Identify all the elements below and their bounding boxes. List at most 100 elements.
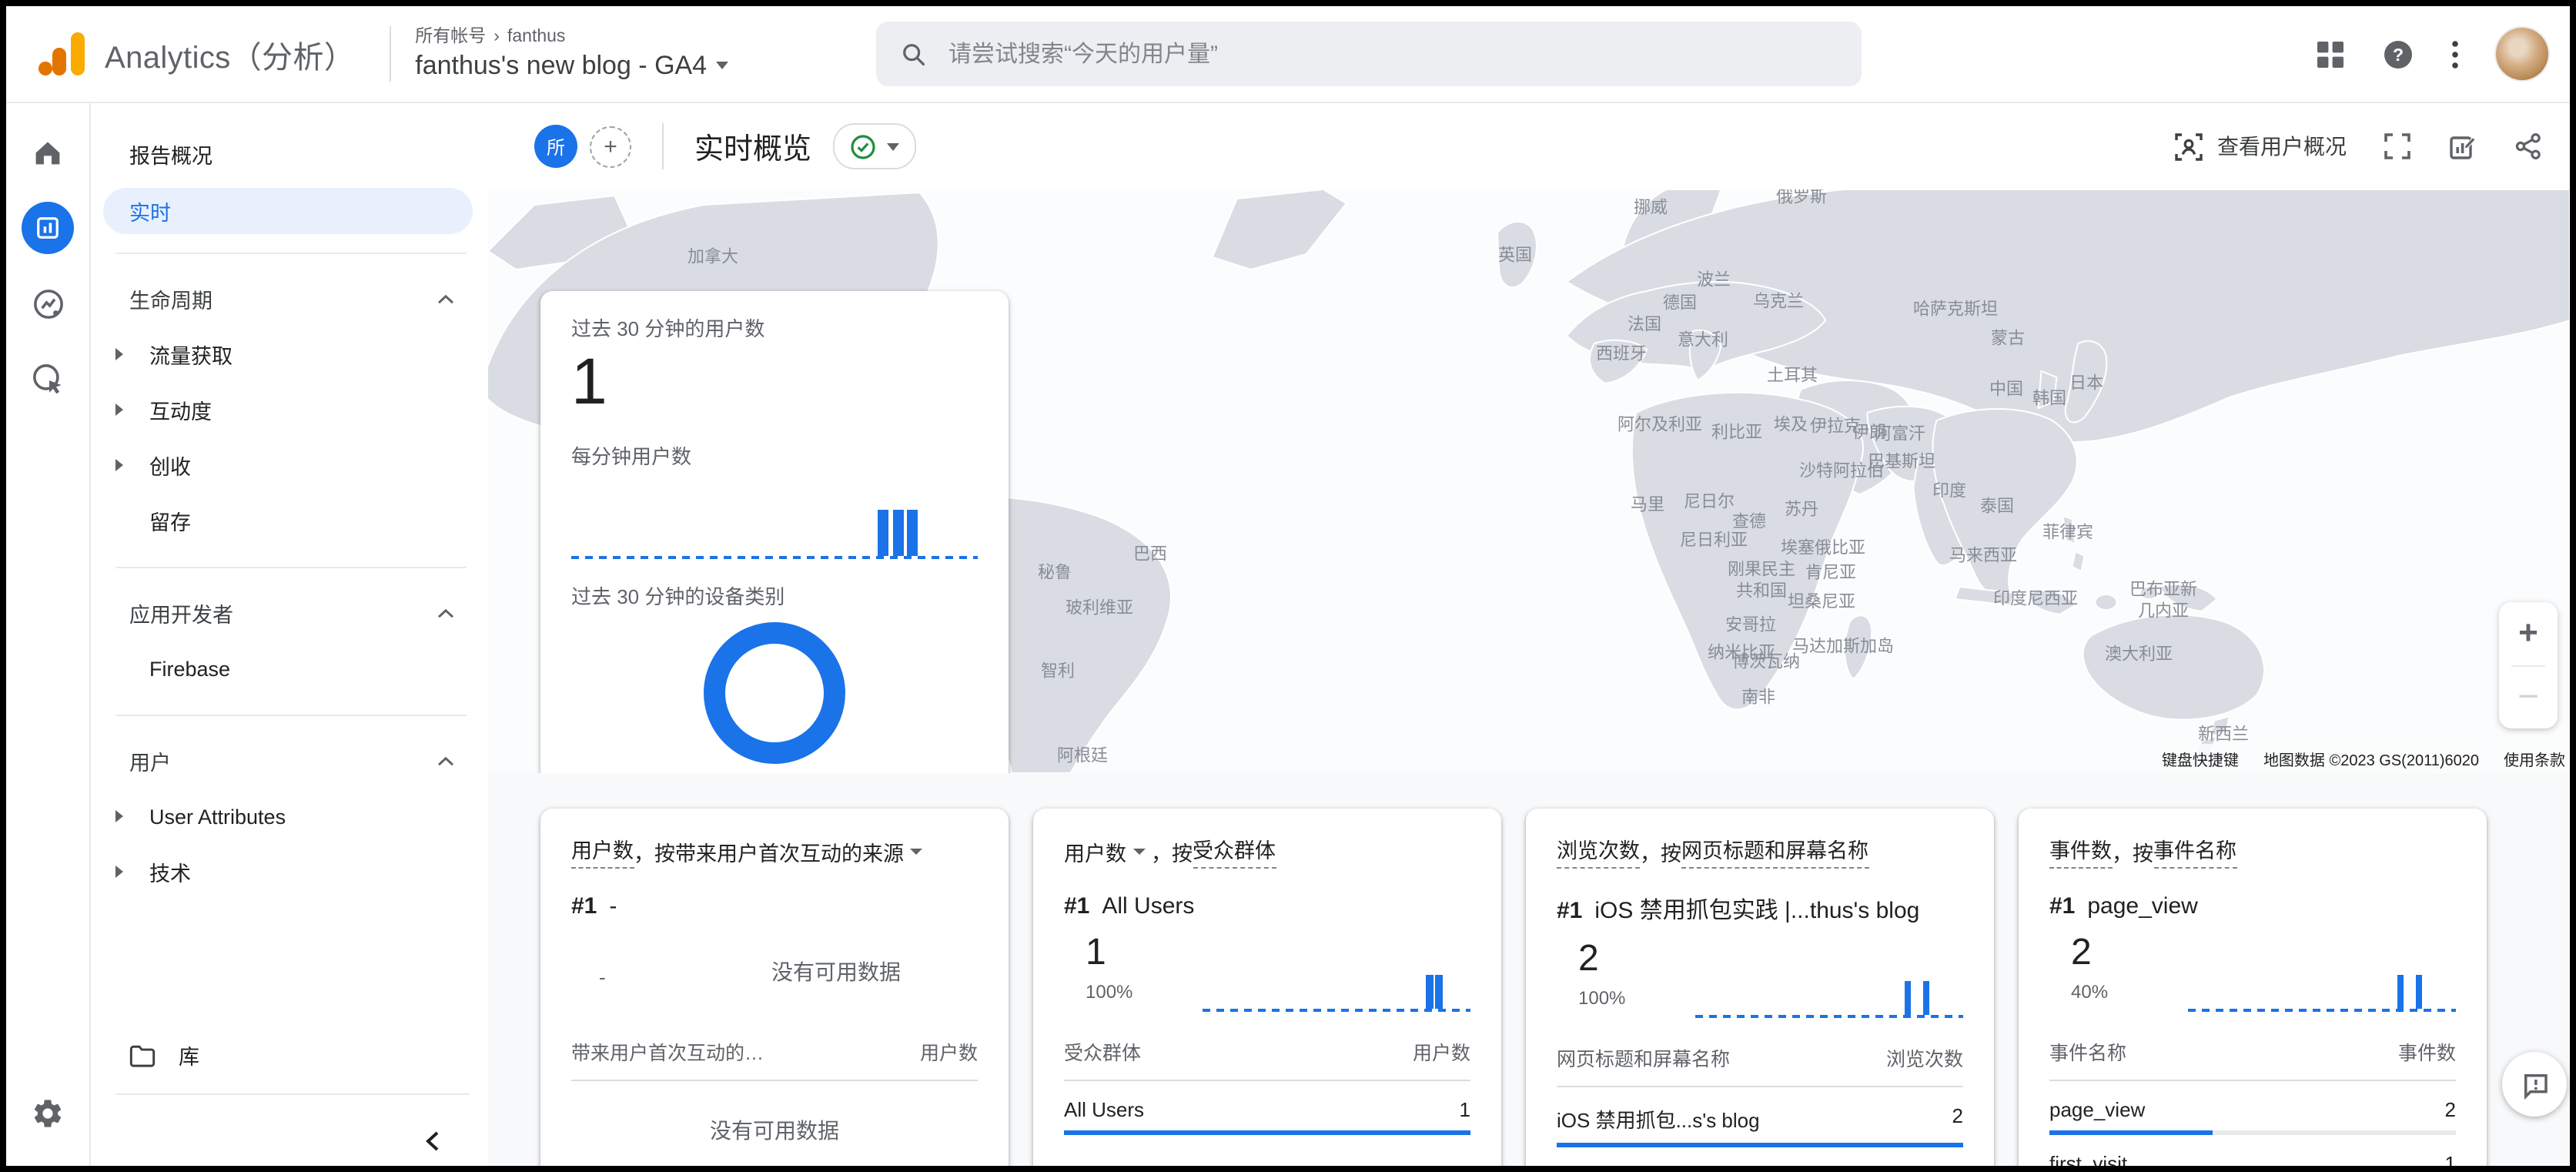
- map-label: 马里: [1631, 496, 1664, 517]
- reports-icon-selected[interactable]: [22, 202, 74, 254]
- share-icon[interactable]: [2514, 132, 2542, 160]
- map-label: 智利: [1041, 662, 1075, 684]
- spark-bar: [1904, 981, 1911, 1015]
- zoom-out-button[interactable]: −: [2499, 666, 2558, 728]
- sidebar-item-label: 实时: [129, 196, 171, 226]
- search-input[interactable]: [945, 39, 1794, 69]
- avatar[interactable]: [2496, 28, 2548, 80]
- card-metric-selector[interactable]: 用户数: [1064, 835, 1126, 866]
- help-icon[interactable]: ?: [2382, 38, 2414, 70]
- search-bar[interactable]: [876, 22, 1862, 86]
- table-col-value: 用户数: [1413, 1036, 1470, 1066]
- map-label: 俄罗斯: [1776, 189, 1827, 209]
- map-label: 波兰: [1697, 271, 1731, 293]
- add-collection-button[interactable]: +: [590, 126, 631, 167]
- breadcrumb-org[interactable]: fanthus: [507, 25, 565, 48]
- app-window: Analytics（分析） 所有帐号 › fanthus fanthus's n…: [0, 0, 2576, 1172]
- sidebar-item-acquisition[interactable]: 流量获取: [91, 326, 488, 382]
- table-row: page_view2: [2049, 1081, 2456, 1121]
- table-col-value: 事件数: [2398, 1036, 2456, 1066]
- advertising-icon[interactable]: [17, 348, 79, 410]
- map-label: 乌克兰: [1753, 293, 1804, 314]
- sidebar-item-library[interactable]: 库: [128, 1040, 199, 1070]
- customize-report-icon[interactable]: [2448, 132, 2477, 161]
- property-selector[interactable]: fanthus's new blog - GA4: [415, 49, 728, 82]
- user-snapshot-icon: [2174, 132, 2203, 161]
- spark-bar: [1923, 981, 1930, 1015]
- sidebar-section-user[interactable]: 用户: [91, 733, 488, 789]
- divider: [662, 123, 664, 169]
- row-name: All Users: [1064, 1098, 1144, 1121]
- kebab-menu-icon[interactable]: [2451, 39, 2459, 69]
- card-title-separator: ，按: [1151, 835, 1193, 866]
- terms-link[interactable]: 使用条款: [2499, 744, 2570, 773]
- card-value-block: 240%: [2049, 932, 2182, 1012]
- card-dimension-selector[interactable]: 事件名称: [2153, 833, 2236, 869]
- sidebar-item-user-attributes[interactable]: User Attributes: [91, 789, 488, 844]
- main-content: 所 + 实时概览: [488, 103, 2570, 1166]
- rank-label: #1: [1557, 898, 1582, 924]
- map-label: 法国: [1628, 316, 1661, 337]
- map-label: 巴西: [1133, 545, 1167, 567]
- explore-icon[interactable]: [17, 273, 79, 334]
- card-dimension-selector[interactable]: 网页标题和屏幕名称: [1681, 833, 1868, 869]
- sidebar-item-label: User Attributes: [149, 805, 286, 828]
- zoom-in-button[interactable]: +: [2499, 602, 2558, 665]
- map-label: 尼日尔: [1684, 493, 1735, 514]
- card-dimension-selector[interactable]: 受众群体: [1193, 833, 1276, 869]
- row-progress-track: [1557, 1143, 1963, 1147]
- sidebar-item-report-snapshot[interactable]: 报告概况: [91, 128, 488, 180]
- users-30min-value: 1: [571, 345, 978, 419]
- collapse-sidebar-icon[interactable]: [423, 1130, 442, 1157]
- map-label: 西班牙: [1596, 345, 1647, 367]
- map-label: 玻利维亚: [1066, 599, 1133, 621]
- card-dimension-selector[interactable]: 带来用户首次互动的来源: [675, 835, 904, 866]
- apps-grid-icon[interactable]: [2316, 39, 2345, 69]
- sidebar-item-firebase[interactable]: Firebase: [91, 641, 488, 696]
- map-attribution: 键盘快捷键 地图数据 ©2023 GS(2011)6020 使用条款: [2157, 744, 2570, 773]
- view-user-snapshot-button[interactable]: 查看用户概况: [2174, 131, 2347, 162]
- home-icon[interactable]: [17, 122, 79, 183]
- map-label: 秘鲁: [1038, 564, 1072, 585]
- table-col-dimension: 带来用户首次互动的…: [571, 1036, 764, 1066]
- sidebar-section-lifecycle[interactable]: 生命周期: [91, 271, 488, 326]
- sidebar-item-tech[interactable]: 技术: [91, 844, 488, 899]
- card-metric-selector[interactable]: 用户数: [571, 833, 634, 869]
- fullscreen-icon[interactable]: [2384, 132, 2411, 160]
- map-label: 坦桑尼亚: [1788, 593, 1855, 614]
- feedback-button[interactable]: [2502, 1052, 2567, 1117]
- sidebar-item-label: 流量获取: [149, 339, 233, 370]
- page-title: 实时概览: [694, 126, 811, 167]
- world-map[interactable]: 俄罗斯挪威英国加拿大波兰德国乌克兰法国意大利西班牙美国哈萨克斯坦蒙古中国韩国日本…: [488, 189, 2570, 773]
- card-sparkline: [1203, 932, 1470, 1012]
- data-quality-badge[interactable]: [833, 123, 916, 169]
- card-table-header: 带来用户首次互动的…用户数: [571, 1036, 978, 1081]
- collection-chip[interactable]: 所: [534, 125, 577, 168]
- map-label: 沙特阿拉伯: [1799, 462, 1884, 484]
- card-metric-selector[interactable]: 浏览次数: [1557, 833, 1640, 869]
- top-entry-name: -: [609, 893, 617, 919]
- table-row: iOS 禁用抓包...s's blog2: [1557, 1087, 1963, 1133]
- report-card-2: 用户数，按 受众群体#1All Users1100%受众群体用户数All Use…: [1033, 809, 1501, 1166]
- analytics-logo[interactable]: [34, 28, 89, 80]
- sidebar-item-retention[interactable]: 留存: [91, 493, 488, 548]
- map-label: 蒙古: [1991, 330, 2025, 351]
- row-name: iOS 禁用抓包...s's blog: [1557, 1104, 1760, 1133]
- sidebar-item-engagement[interactable]: 互动度: [91, 382, 488, 437]
- map-label: 印度尼西亚: [1993, 590, 2078, 611]
- expand-arrow-icon: [115, 404, 123, 416]
- keyboard-shortcuts-link[interactable]: 键盘快捷键: [2157, 744, 2243, 773]
- admin-gear-icon[interactable]: [17, 1083, 79, 1144]
- spark-baseline: [2188, 1009, 2456, 1012]
- sidebar-section-app-developer[interactable]: 应用开发者: [91, 585, 488, 641]
- chevron-down-icon: [1132, 848, 1145, 854]
- sidebar-item-monetization[interactable]: 创收: [91, 437, 488, 493]
- card-metric-selector[interactable]: 事件数: [2049, 833, 2112, 869]
- card-mid-row: -没有可用数据: [571, 932, 978, 1012]
- map-label: 菲律宾: [2042, 524, 2093, 545]
- breadcrumb-all-accounts[interactable]: 所有帐号: [415, 25, 486, 48]
- map-label: 挪威: [1634, 199, 1668, 220]
- sidebar-item-realtime-selected[interactable]: 实时: [103, 188, 473, 234]
- map-label: 马来西亚: [1949, 547, 2017, 568]
- row-progress-bar: [1064, 1130, 1470, 1135]
